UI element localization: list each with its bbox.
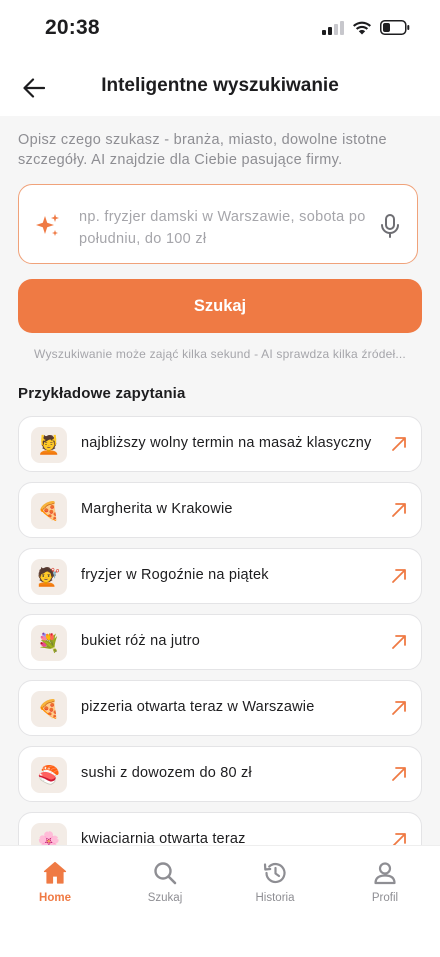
search-placeholder: np. fryzjer damski w Warszawie, sobota p… [79,209,366,247]
page-title: Inteligentne wyszukiwanie [101,75,339,96]
header: Inteligentne wyszukiwanie [0,60,440,116]
home-icon [43,861,67,884]
example-list: 💆 najbliższy wolny termin na masaż klasy… [18,416,422,878]
pizza-icon: 🍕 [31,691,67,727]
search-hint: Wyszukiwanie może zająć kilka sekund - A… [34,347,406,361]
tab-label: Szukaj [147,892,183,904]
example-item-bouquet[interactable]: 💐 bukiet róż na jutro [18,614,422,670]
tab-home[interactable]: Home [0,846,110,957]
example-item-massage[interactable]: 💆 najbliższy wolny termin na masaż klasy… [18,416,422,472]
arrow-up-right-icon [392,701,406,715]
search-button[interactable]: Szukaj [18,279,422,333]
hairdresser-icon: 💇 [31,559,67,595]
tab-label: Home [39,892,71,904]
status-bar: 20:38 [0,0,440,60]
example-item-hairdresser[interactable]: 💇 fryzjer w Rogoźnie na piątek [18,548,422,604]
tab-profile[interactable]: Profil [330,846,440,957]
tab-label: Profil [371,892,399,904]
arrow-up-right-icon [392,767,406,781]
description-text: Opisz czego szukasz - branża, miasto, do… [18,132,387,168]
signal-icon [322,20,344,35]
sparkle-icon [36,214,59,236]
arrow-up-right-icon [392,635,406,649]
status-icons [322,20,410,35]
example-item-pizzeria[interactable]: 🍕 pizzeria otwarta teraz w Warszawie [18,680,422,736]
example-text: sushi z dowozem do 80 zł [81,765,252,781]
pizza-icon: 🍕 [31,493,67,529]
microphone-icon[interactable] [379,213,401,239]
search-icon [154,862,177,885]
example-text: pizzeria otwarta teraz w Warszawie [81,699,315,715]
tab-history[interactable]: Historia [220,846,330,957]
profile-icon [374,862,396,885]
arrow-up-right-icon [392,569,406,583]
arrow-up-right-icon [392,503,406,517]
massage-icon: 💆 [31,427,67,463]
arrow-up-right-icon [392,437,406,451]
tab-search[interactable]: Szukaj [110,846,220,957]
examples-title: Przykładowe zapytania [18,385,186,402]
example-item-sushi[interactable]: 🍣 sushi z dowozem do 80 zł [18,746,422,802]
history-icon [263,862,286,884]
example-text: najbliższy wolny termin na masaż klasycz… [81,435,372,451]
example-text: fryzjer w Rogoźnie na piątek [81,567,269,583]
battery-icon [380,20,410,35]
tab-bar: Home Szukaj Historia Profil [0,845,440,957]
tab-label: Historia [255,892,295,904]
example-text: Margherita w Krakowie [81,501,233,517]
wifi-icon [353,21,371,35]
status-time: 20:38 [45,16,100,39]
sushi-icon: 🍣 [31,757,67,793]
example-item-margherita[interactable]: 🍕 Margherita w Krakowie [18,482,422,538]
example-text: bukiet róż na jutro [81,633,201,649]
search-input[interactable]: np. fryzjer damski w Warszawie, sobota p… [18,184,418,264]
bouquet-icon: 💐 [31,625,67,661]
